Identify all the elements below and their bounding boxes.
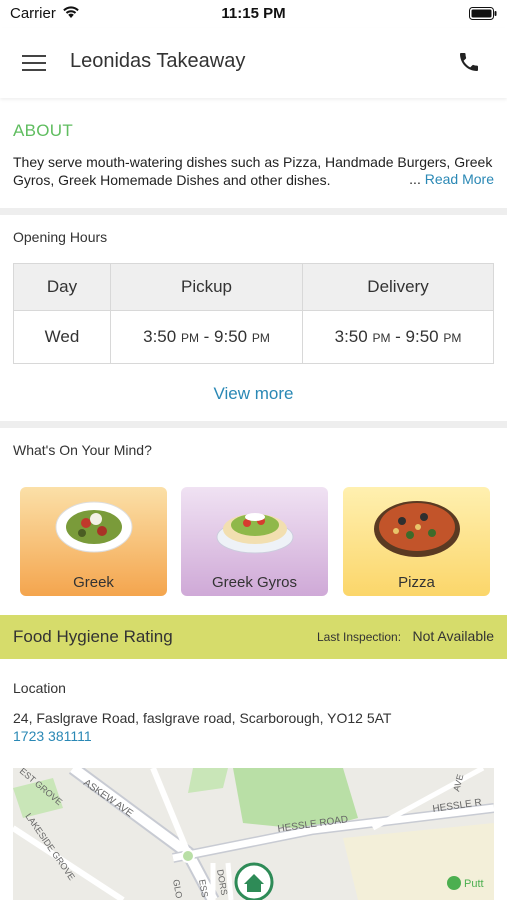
phone-icon[interactable] [457,50,481,79]
category-label-greek-gyros: Greek Gyros [211,574,298,591]
category-card-pizza[interactable]: Pizza [343,487,490,596]
section-divider [0,421,507,428]
pickup-cell: 3:50 PM - 9:50 PM [110,310,303,364]
home-pin-icon[interactable] [234,862,274,900]
delivery-cell: 3:50 PM - 9:50 PM [302,310,494,364]
pickup-end-time: 9:50 [214,327,248,346]
column-header-pickup: Pickup [110,263,303,311]
pickup-start-period: PM [180,331,199,345]
delivery-end-period: PM [443,331,462,345]
battery-icon [469,7,497,25]
pickup-start-time: 3:50 [143,327,177,346]
pizza-dish-icon [373,501,460,557]
category-label-greek: Greek [73,574,114,591]
day-cell: Wed [13,310,111,364]
read-more-ellipsis: ... [409,171,421,187]
view-more-link[interactable]: View more [0,384,507,404]
delivery-separator: - [390,327,406,346]
navigation-bar: Leonidas Takeaway [0,28,507,98]
clock: 11:15 PM [221,5,286,22]
gyros-dish-icon [216,513,293,554]
about-heading: ABOUT [13,121,74,140]
table-row: Wed 3:50 PM - 9:50 PM 3:50 PM - 9:50 PM [13,310,494,364]
category-card-greek-gyros[interactable]: Greek Gyros [181,487,328,596]
opening-hours-heading: Opening Hours [13,229,108,245]
opening-hours-table: Day Pickup Delivery Wed 3:50 PM - 9:50 P… [13,263,494,364]
categories-heading: What's On Your Mind? [13,442,152,458]
last-inspection-label: Last Inspection: [317,630,402,644]
location-map[interactable]: ASKEW AVE HESSLE ROAD HESSLE R LAKESIDE … [13,768,494,900]
food-hygiene-banner: Food Hygiene Rating Last Inspection: Not… [0,615,507,659]
delivery-start-period: PM [372,331,391,345]
delivery-start-time: 3:50 [334,327,368,346]
greek-dish-icon [55,501,132,553]
map-label-putt: Putt [464,878,484,890]
delivery-end-time: 9:50 [405,327,439,346]
status-bar: Carrier 11:15 PM [0,0,507,28]
poi-icon [447,876,461,890]
hamburger-menu-icon[interactable] [22,52,48,74]
section-divider [0,208,507,215]
location-address: 24, Faslgrave Road, faslgrave road, Scar… [13,710,392,726]
pickup-separator: - [198,327,215,346]
food-hygiene-title: Food Hygiene Rating [13,627,173,646]
last-inspection-value: Not Available [412,628,494,644]
read-more-link[interactable]: Read More [425,171,494,187]
column-header-delivery: Delivery [302,263,494,311]
read-more: ... Read More [409,171,494,187]
column-header-day: Day [13,263,111,311]
page-title: Leonidas Takeaway [70,50,246,72]
location-heading: Location [13,680,66,696]
category-label-pizza: Pizza [398,574,435,591]
category-card-greek[interactable]: Greek [20,487,167,596]
table-header-row: Day Pickup Delivery [13,263,494,311]
pickup-end-period: PM [251,331,270,345]
location-phone-link[interactable]: 1723 381111 [13,728,92,744]
